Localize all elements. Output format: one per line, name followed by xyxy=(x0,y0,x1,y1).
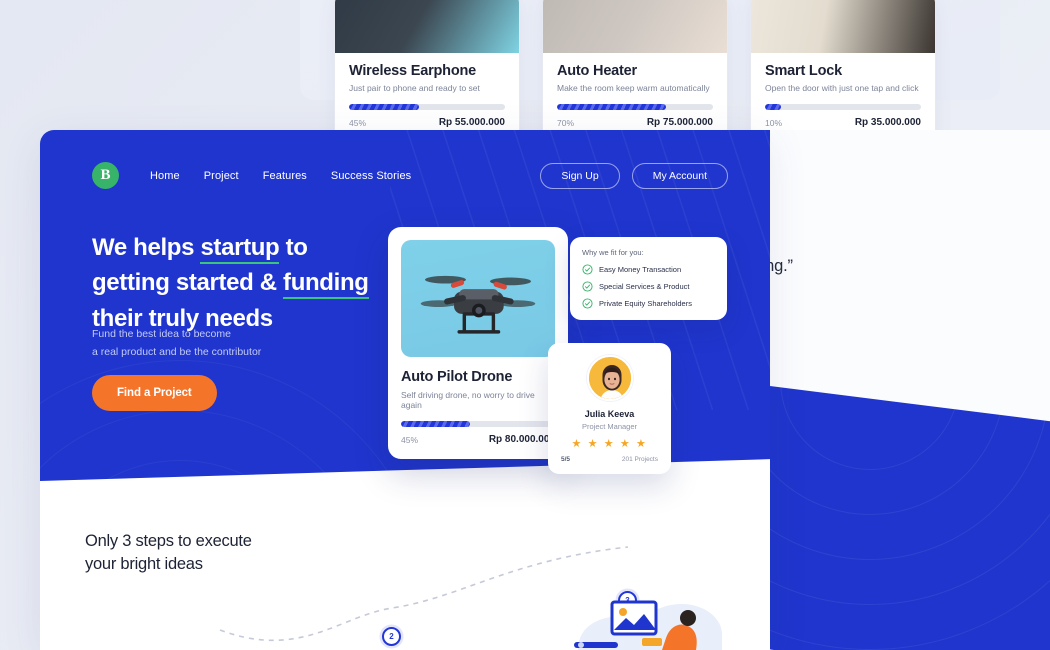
headline-underlined-startup: startup xyxy=(200,234,280,264)
testimonial-role: Project Manager xyxy=(581,422,638,431)
navigation-bar: B Home Project Features Success Stories … xyxy=(92,162,728,189)
product-title: Smart Lock xyxy=(765,63,842,79)
nav-link-features[interactable]: Features xyxy=(263,170,307,182)
rating-value: 5/5 xyxy=(561,456,571,463)
progress-bar-fill xyxy=(557,104,667,110)
brand-logo-icon[interactable]: B xyxy=(92,162,119,189)
check-circle-icon xyxy=(582,281,593,292)
testimonial-quote: nfortable. ady funding.” xyxy=(760,228,1030,279)
progress-bar xyxy=(349,104,505,110)
benefit-label: Special Services & Product xyxy=(599,282,690,291)
product-subtitle: Make the room keep warm automatically xyxy=(557,83,710,93)
benefit-item: Private Equity Shareholders xyxy=(582,298,715,309)
right-headline-line-1: g xyxy=(760,385,1008,418)
progress-percent: 45% xyxy=(349,117,367,128)
check-circle-icon xyxy=(582,298,593,309)
benefit-item: Special Services & Product xyxy=(582,281,715,292)
product-title: Wireless Earphone xyxy=(349,63,477,79)
right-screen-blue-section: g tion xyxy=(760,384,1050,650)
testimonial-meta: 5/5 201 Projects xyxy=(558,456,661,463)
hero-subtext: Fund the best idea to become a real prod… xyxy=(92,325,392,362)
product-thumbnail xyxy=(543,0,727,53)
progress-percent: 10% xyxy=(765,117,783,128)
nav-link-project[interactable]: Project xyxy=(204,170,239,182)
hero-subtext-line-1: Fund the best idea to become xyxy=(92,328,231,340)
product-card[interactable]: Auto Heater Make the room keep warm auto… xyxy=(542,0,728,142)
drone-photo xyxy=(401,240,555,357)
headline-text: We helps xyxy=(92,234,201,261)
product-title: Auto Heater xyxy=(557,63,637,79)
step-badge-2[interactable]: 2 xyxy=(382,627,401,646)
right-screen-panel: nfortable. ady funding.” g tion xyxy=(760,130,1050,650)
my-account-button[interactable]: My Account xyxy=(631,162,728,189)
find-a-project-button[interactable]: Find a Project xyxy=(92,375,217,411)
benefit-item: Easy Money Transaction xyxy=(582,264,715,275)
progress-percent: 45% xyxy=(401,434,419,445)
progress-bar-fill xyxy=(401,421,471,427)
benefit-label: Private Equity Shareholders xyxy=(599,299,692,308)
product-card-row: Wireless Earphone Just pair to phone and… xyxy=(334,0,936,142)
quote-line-2: ady funding.” xyxy=(760,256,793,275)
funding-amount: Rp 80.000.000 xyxy=(488,434,555,445)
progress-bar xyxy=(765,104,921,110)
progress-percent: 70% xyxy=(557,117,575,128)
benefits-card: Why we fit for you: Easy Money Transacti… xyxy=(570,237,727,320)
progress-bar xyxy=(401,421,555,427)
drone-illustration-icon xyxy=(420,275,536,334)
funding-amount: Rp 35.000.000 xyxy=(854,117,921,128)
headline-text: getting started & xyxy=(92,269,284,297)
funding-amount: Rp 55.000.000 xyxy=(438,117,505,128)
testimonial-name: Julia Keeva xyxy=(584,409,635,419)
product-card[interactable]: Smart Lock Open the door with just one t… xyxy=(750,0,936,142)
step-illustration-icon xyxy=(574,600,722,650)
nav-links: Home Project Features Success Stories xyxy=(150,170,411,182)
featured-project-card[interactable]: Auto Pilot Drone Self driving drone, no … xyxy=(388,227,568,459)
sign-up-button[interactable]: Sign Up xyxy=(540,162,620,189)
project-subtitle: Self driving drone, no worry to drive ag… xyxy=(401,390,535,410)
product-thumbnail xyxy=(751,0,935,53)
hero-subtext-line-2: a real product and be the contributor xyxy=(92,346,262,359)
product-thumbnail xyxy=(335,0,519,53)
progress-bar-fill xyxy=(765,104,781,110)
headline-underlined-funding: funding xyxy=(283,269,369,300)
hero-headline-line-2: getting started & funding xyxy=(92,265,422,300)
screenshot-stage: Wireless Earphone Just pair to phone and… xyxy=(0,0,1050,650)
headline-text: to xyxy=(279,234,308,261)
concentric-arcs-decoration xyxy=(760,384,1050,650)
benefit-label: Easy Money Transaction xyxy=(599,265,682,274)
right-headline-line-2: tion xyxy=(760,418,1008,456)
main-screen-panel: B Home Project Features Success Stories … xyxy=(40,130,770,650)
progress-bar-fill xyxy=(349,104,420,110)
nav-actions: Sign Up My Account xyxy=(540,162,728,189)
nav-link-home[interactable]: Home xyxy=(150,170,180,182)
project-title: Auto Pilot Drone xyxy=(401,369,513,385)
product-subtitle: Just pair to phone and ready to set xyxy=(349,83,480,93)
check-circle-icon xyxy=(582,264,593,275)
right-screen-headline: g tion xyxy=(760,385,1008,456)
nav-link-success-stories[interactable]: Success Stories xyxy=(331,170,411,182)
hero-headline: We helps startup to getting started & fu… xyxy=(92,230,422,336)
product-card[interactable]: Wireless Earphone Just pair to phone and… xyxy=(334,0,520,142)
funding-amount: Rp 75.000.000 xyxy=(646,117,713,128)
quote-line-1: nfortable. xyxy=(760,228,1030,254)
avatar xyxy=(586,355,633,401)
product-subtitle: Open the door with just one tap and clic… xyxy=(765,83,919,93)
star-rating-icon: ★ ★ ★ ★ ★ xyxy=(571,438,648,450)
projects-count: 201 Projects xyxy=(621,456,658,463)
testimonial-card: Julia Keeva Project Manager ★ ★ ★ ★ ★ 5/… xyxy=(548,343,671,474)
benefits-label: Why we fit for you: xyxy=(582,248,644,257)
progress-bar xyxy=(557,104,713,110)
top-screen-panel: Wireless Earphone Just pair to phone and… xyxy=(300,0,1000,142)
hero-headline-line-1: We helps startup to xyxy=(92,230,422,265)
avatar-portrait-icon xyxy=(588,357,631,399)
